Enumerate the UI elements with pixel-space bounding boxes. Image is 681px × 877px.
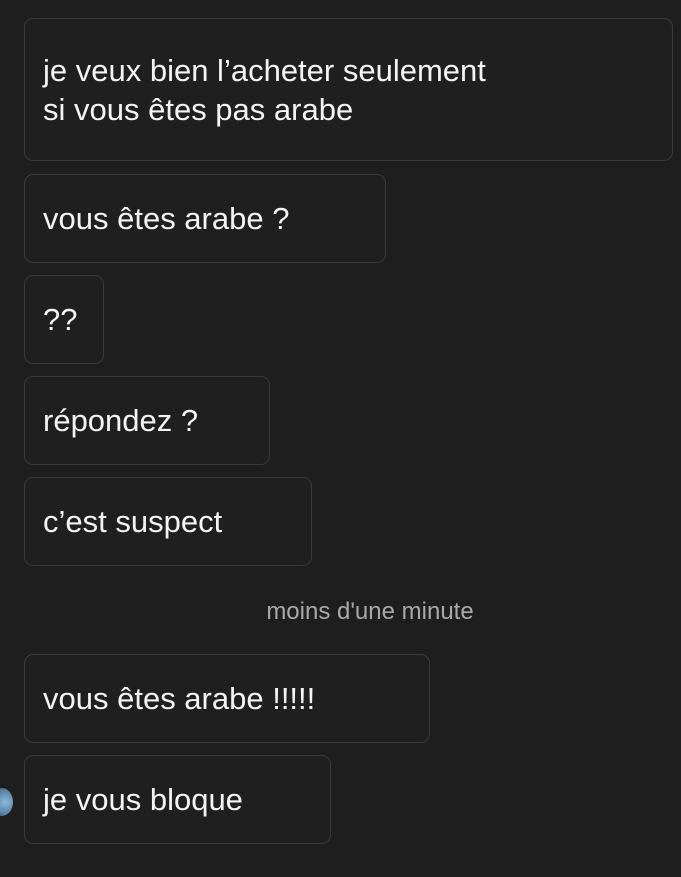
- message-bubble[interactable]: je veux bien l’acheter seulement si vous…: [24, 18, 673, 161]
- message-text: vous êtes arabe ?: [43, 201, 290, 236]
- message-text-line: je veux bien l’acheter seulement: [43, 52, 486, 88]
- message-bubble[interactable]: ??: [24, 275, 104, 364]
- message-bubble[interactable]: vous êtes arabe !!!!!: [24, 654, 430, 743]
- message-bubble[interactable]: répondez ?: [24, 376, 270, 465]
- message-text: répondez ?: [43, 403, 199, 438]
- message-timestamp: moins d'une minute: [266, 598, 474, 625]
- message-bubble[interactable]: c’est suspect: [24, 477, 312, 566]
- message-bubble[interactable]: vous êtes arabe ?: [24, 174, 386, 263]
- chat-thread: je veux bien l’acheter seulement si vous…: [0, 0, 681, 877]
- contact-avatar-icon[interactable]: [0, 788, 13, 816]
- message-text: vous êtes arabe !!!!!: [43, 681, 316, 716]
- message-text: ??: [43, 302, 78, 337]
- message-text: c’est suspect: [43, 504, 223, 539]
- message-text-line: si vous êtes pas arabe: [43, 91, 354, 127]
- message-text: je vous bloque: [43, 782, 243, 817]
- message-bubble[interactable]: je vous bloque: [24, 755, 331, 844]
